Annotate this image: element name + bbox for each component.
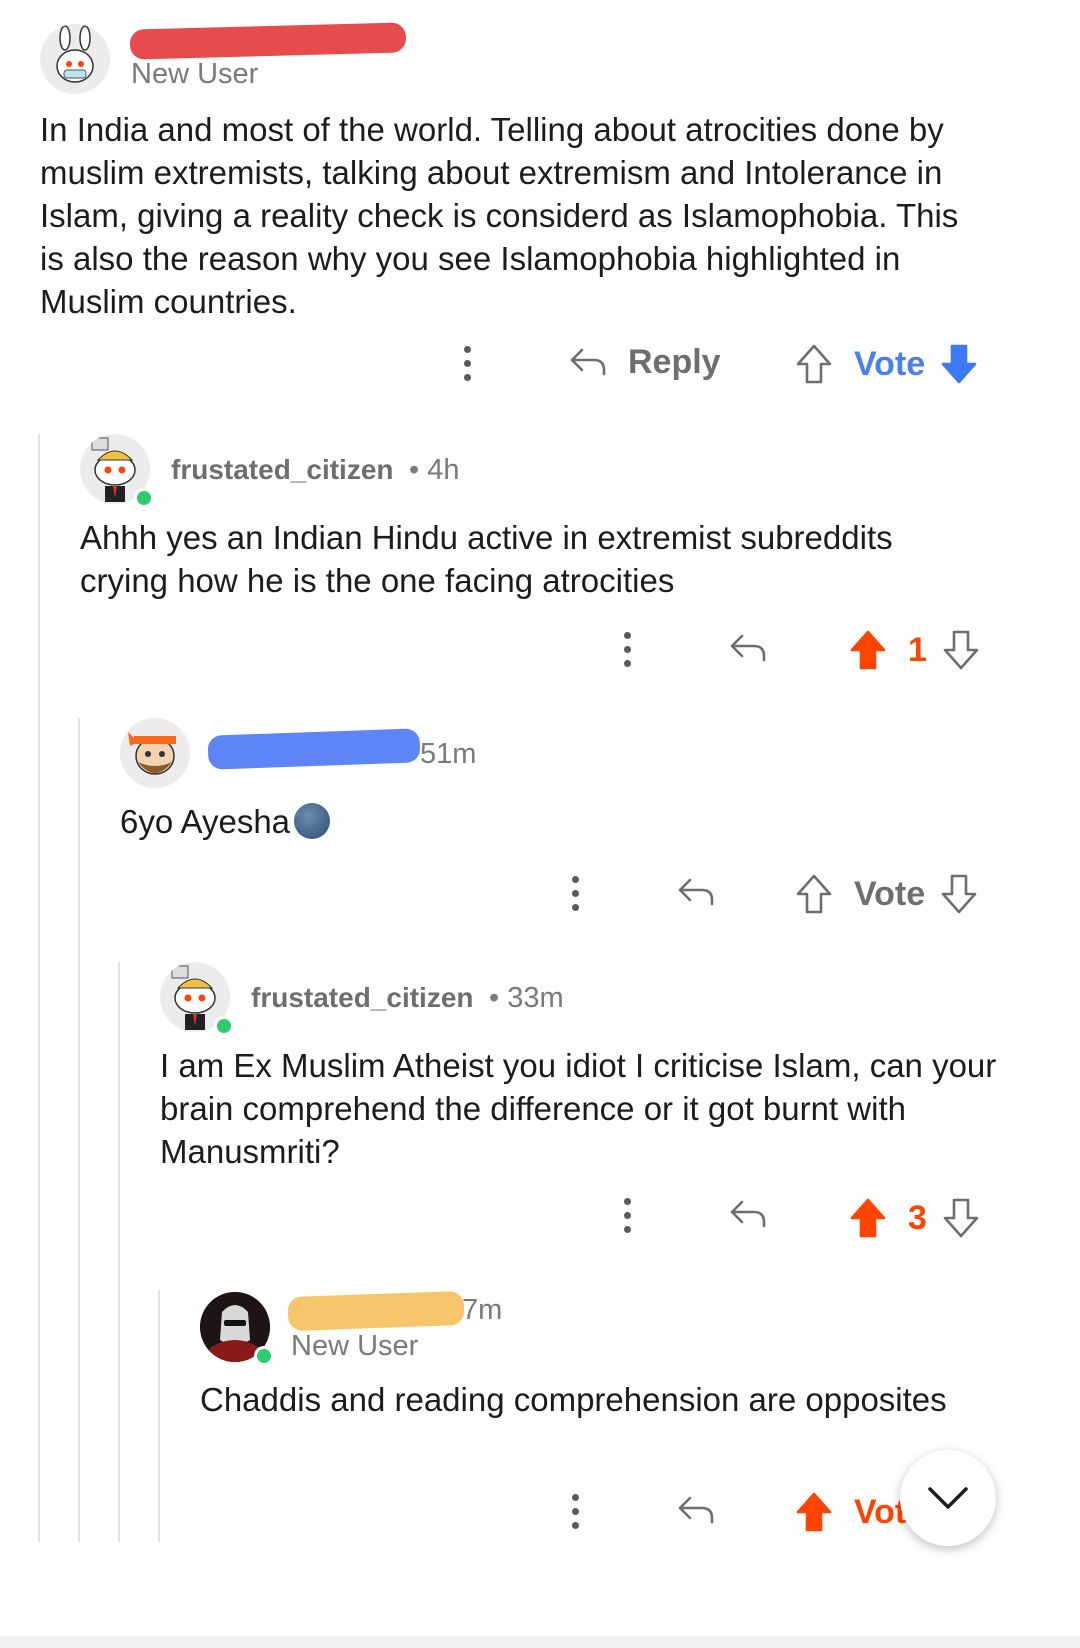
reply-button[interactable] — [676, 1490, 716, 1530]
upvote-arrow-icon[interactable] — [848, 1196, 888, 1240]
upvote-arrow-icon[interactable] — [794, 342, 834, 386]
upvote-arrow-icon[interactable] — [794, 872, 834, 916]
comment-body: In India and most of the world. Telling … — [40, 111, 959, 320]
user-flair: New User — [131, 58, 259, 90]
vote-score: 3 — [908, 1198, 927, 1237]
vote-label: Vote — [854, 874, 926, 913]
thread-line-level-2 — [78, 718, 80, 1542]
redacted-username — [129, 22, 407, 60]
reply-button[interactable] — [676, 872, 716, 912]
online-status-icon — [214, 1016, 234, 1036]
vote-score: 1 — [908, 630, 927, 669]
more-vertical-icon — [622, 632, 632, 667]
reply-button[interactable] — [728, 628, 768, 668]
new-moon-face-icon — [294, 803, 331, 839]
reply-arrow-icon — [730, 1200, 766, 1228]
thread-line-level-4 — [158, 1290, 160, 1542]
online-status-icon — [134, 488, 154, 508]
downvote-arrow-icon[interactable] — [939, 342, 979, 386]
online-status-icon — [254, 1346, 274, 1366]
comment-timestamp: 51m — [420, 738, 477, 770]
user-flair: New User — [291, 1330, 419, 1362]
more-options-button[interactable] — [570, 1494, 580, 1529]
reply-arrow-icon — [730, 634, 766, 662]
scroll-next-comment-button[interactable] — [900, 1450, 996, 1546]
vote-group: Vote — [794, 342, 979, 386]
vote-label: Vot — [854, 1492, 907, 1531]
reply-arrow-icon — [678, 1496, 714, 1524]
vote-label: Vote — [854, 344, 926, 383]
reply-arrow-icon — [570, 348, 606, 376]
reply-arrow-icon — [678, 878, 714, 906]
reply-label: Reply — [628, 342, 721, 381]
comment-timestamp: • 33m — [489, 982, 564, 1014]
thread-line-level-1 — [38, 434, 40, 1542]
comment-body: Ahhh yes an Indian Hindu active in extre… — [80, 519, 893, 599]
upvote-arrow-icon[interactable] — [794, 1490, 834, 1534]
thread-line-level-3 — [118, 962, 120, 1542]
downvote-arrow-icon[interactable] — [939, 872, 979, 916]
reply-button[interactable] — [728, 1194, 768, 1234]
comment-body: I am Ex Muslim Atheist you idiot I criti… — [160, 1047, 997, 1170]
username[interactable]: frustated_citizen — [171, 454, 394, 486]
reply-button[interactable]: Reply — [568, 342, 721, 382]
vote-group: Vote — [794, 872, 979, 916]
more-options-button[interactable] — [462, 346, 472, 381]
avatar[interactable] — [40, 24, 110, 94]
avatar[interactable] — [120, 718, 190, 788]
more-vertical-icon — [570, 1494, 580, 1529]
comment-body: 6yo Ayesha — [120, 800, 960, 843]
more-vertical-icon — [622, 1198, 632, 1233]
downvote-arrow-icon[interactable] — [941, 628, 981, 672]
snoo-avatar-icon — [56, 25, 94, 83]
redacted-username — [207, 728, 421, 770]
more-options-button[interactable] — [622, 1198, 632, 1233]
comment-timestamp: • 4h — [409, 454, 460, 486]
redacted-username — [287, 1290, 465, 1332]
more-options-button[interactable] — [570, 876, 580, 911]
bottom-divider — [0, 1636, 1080, 1648]
vote-group: 3 — [848, 1196, 981, 1240]
snoo-avatar-icon — [128, 732, 176, 775]
upvote-arrow-icon[interactable] — [848, 628, 888, 672]
chevron-down-icon — [928, 1487, 968, 1509]
downvote-arrow-icon[interactable] — [941, 1196, 981, 1240]
more-options-button[interactable] — [622, 632, 632, 667]
more-vertical-icon — [462, 346, 472, 381]
comment-timestamp: 7m — [462, 1294, 503, 1326]
comment-body: Chaddis and reading comprehension are op… — [200, 1381, 947, 1418]
vote-group: Vot — [794, 1490, 906, 1534]
vote-group: 1 — [848, 628, 981, 672]
comment-text: 6yo Ayesha — [120, 803, 291, 840]
more-vertical-icon — [570, 876, 580, 911]
username[interactable]: frustated_citizen — [251, 982, 474, 1014]
